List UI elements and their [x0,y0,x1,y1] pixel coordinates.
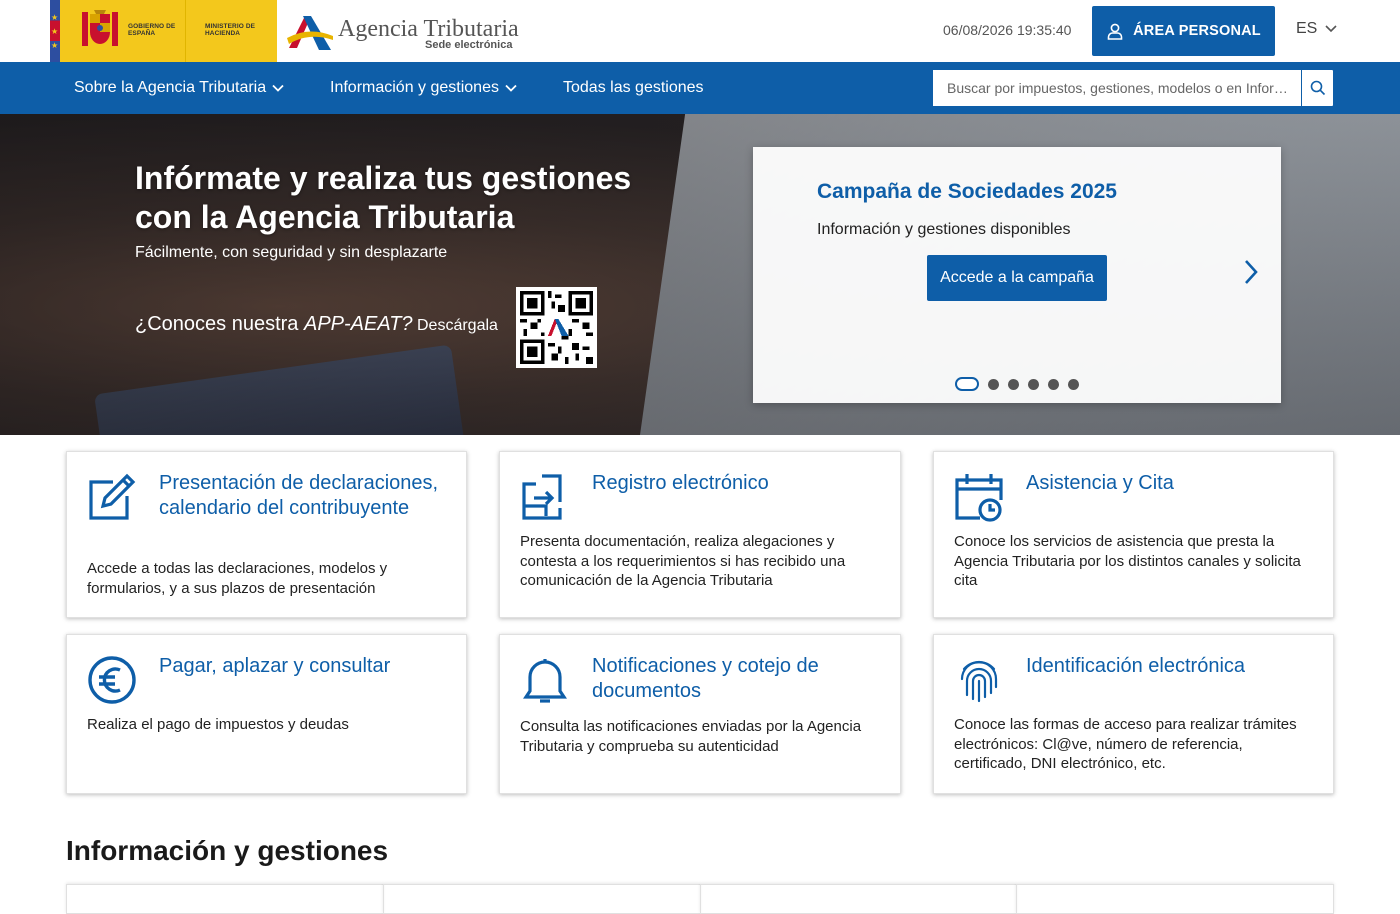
nav-item-sobre-agencia[interactable]: Sobre la Agencia Tributaria [74,62,284,114]
nav-item-label: Todas las gestiones [563,79,704,96]
hero-banner: Infórmate y realiza tus gestiones con la… [0,114,1400,435]
card-pagar-aplazar[interactable]: Pagar, aplazar y consultar Realiza el pa… [66,634,467,794]
app-promo-name: APP-AEAT? [303,313,413,335]
main-navbar: Sobre la Agencia Tributaria Información … [0,62,1400,114]
campaign-access-button[interactable]: Accede a la campaña [927,255,1107,301]
top-header: ★ ★ ★ GOBIERNO DE ESPAÑA MINISTERIO DE H… [0,0,1400,62]
search-box [932,69,1334,107]
carousel-dot-4[interactable] [1028,378,1039,390]
card-title: Asistencia y Cita [1026,472,1174,494]
card-description: Realiza el pago de impuestos y deudas [87,716,349,733]
area-personal-label: ÁREA PERSONAL [1133,23,1261,39]
search-icon [1310,80,1325,96]
gobierno-espana-text: GOBIERNO DE ESPAÑA [128,23,176,37]
agencia-tributaria-emblem-icon [287,16,333,50]
user-icon [1107,23,1123,40]
info-card[interactable] [382,884,700,914]
campaign-title: Campaña de Sociedades 2025 [817,180,1117,203]
card-title: Presentación de declaraciones, calendari… [159,472,439,519]
carousel-dot-5[interactable] [1048,378,1059,390]
card-title: Pagar, aplazar y consultar [159,655,391,677]
hero-title: Infórmate y realiza tus gestiones con la… [135,160,632,235]
nav-item-label: Sobre la Agencia Tributaria [74,79,267,96]
language-label: ES [1296,20,1318,37]
info-card[interactable] [66,884,383,914]
card-title: Identificación electrónica [1026,655,1246,677]
ministerio-hacienda-text: MINISTERIO DE HACIENDA [205,23,256,37]
card-identificacion-electronica[interactable]: Identificación electrónica Conoce las fo… [933,634,1334,794]
chevron-down-icon [1325,25,1337,33]
card-description: Presenta documentación, realiza alegacio… [520,533,846,589]
info-card[interactable] [1016,884,1334,914]
fingerprint-icon [960,660,998,703]
language-selector[interactable]: ES [1296,20,1337,38]
carousel-dot-1[interactable] [955,377,979,391]
carousel-dot-2[interactable] [988,378,999,390]
nav-item-todas-gestiones[interactable]: Todas las gestiones [563,62,704,114]
card-title: Registro electrónico [592,472,769,494]
card-description: Conoce las formas de acceso para realiza… [954,716,1297,772]
register-icon [522,474,562,520]
current-datetime: 06/08/2026 19:35:40 [943,22,1072,38]
card-notificaciones[interactable]: Notificaciones y cotejo de documentos Co… [499,634,901,794]
brand-subtitle: Sede electrónica [425,39,513,51]
eu-flag-stripe: ★ ★ ★ [50,0,60,62]
qr-code-icon [520,291,593,364]
card-asistencia-cita[interactable]: Asistencia y Cita Conoce los servicios d… [933,451,1334,618]
edit-icon [89,473,136,520]
campaign-carousel-card: Campaña de Sociedades 2025 Información y… [753,147,1281,403]
card-presentacion-declaraciones[interactable]: Presentación de declaraciones, calendari… [66,451,467,618]
carousel-dot-6[interactable] [1068,378,1079,390]
campaign-text: Información y gestiones disponibles [817,221,1071,238]
section-title: Información y gestiones [66,835,389,866]
carousel-dot-3[interactable] [1008,378,1019,390]
chevron-right-icon[interactable] [1243,259,1259,285]
info-card[interactable] [699,884,1017,914]
app-promo-download[interactable]: Descárgala [413,317,498,334]
euro-icon [88,656,136,704]
search-input[interactable] [933,70,1301,106]
card-description: Accede a todas las declaraciones, modelo… [87,560,388,597]
search-button[interactable] [1301,70,1333,106]
card-title: Notificaciones y cotejo de documentos [592,655,819,702]
bell-icon [523,659,567,703]
info-cards-row [66,884,1334,914]
nav-item-informacion-gestiones[interactable]: Información y gestiones [330,62,517,114]
app-promo[interactable]: ¿Conoces nuestra APP-AEAT? Descárgala [135,313,498,336]
nav-item-label: Información y gestiones [330,79,499,96]
card-registro-electronico[interactable]: Registro electrónico Presenta documentac… [499,451,901,618]
card-description: Conoce los servicios de asistencia que p… [954,533,1301,589]
agencia-tributaria-logo[interactable]: Agencia Tributaria Sede electrónica [285,8,525,54]
gobierno-espana-logo[interactable]: ★ ★ ★ GOBIERNO DE ESPAÑA MINISTERIO DE H… [50,0,277,62]
carousel-indicators [955,377,1079,391]
card-description: Consulta las notificaciones enviadas por… [520,718,862,755]
chevron-down-icon [272,84,284,92]
app-promo-prefix: ¿Conoces nuestra [135,313,304,335]
logo-divider [185,0,186,62]
hero-subtitle: Fácilmente, con seguridad y sin desplaza… [135,244,448,261]
area-personal-button[interactable]: ÁREA PERSONAL [1092,6,1275,56]
coat-of-arms-icon [82,10,118,46]
app-qr-code[interactable] [516,287,597,368]
chevron-down-icon [505,84,517,92]
calendar-clock-icon [955,474,1003,522]
